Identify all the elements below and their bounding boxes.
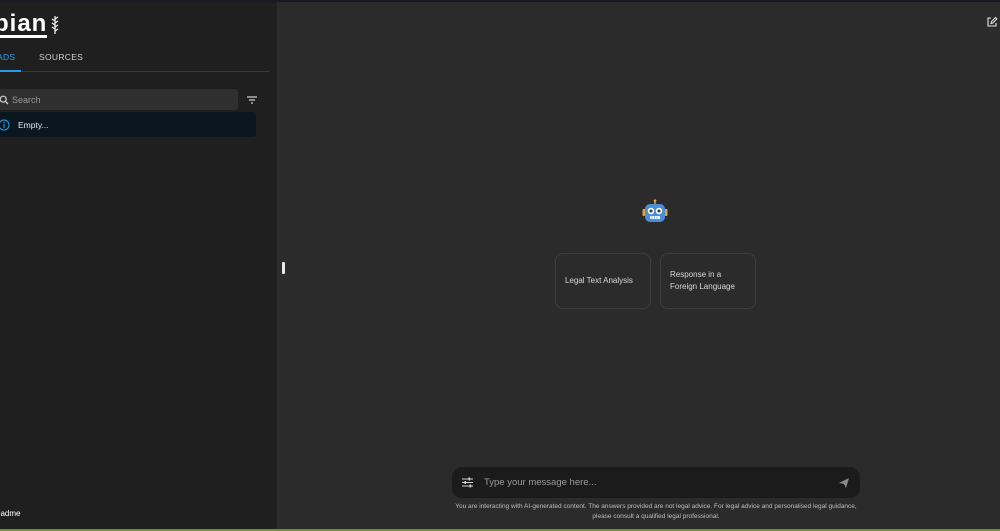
starter-legal-text-analysis[interactable]: Legal Text Analysis <box>555 253 651 309</box>
message-composer <box>452 467 860 498</box>
search-input[interactable] <box>12 94 212 105</box>
sidebar-resize-handle[interactable] <box>282 262 285 274</box>
empty-message: Empty... <box>18 119 49 130</box>
new-chat-icon[interactable] <box>986 16 998 28</box>
sidebar: pian EADS SOURCES Empty... eadme <box>0 2 278 529</box>
search-box <box>0 89 238 110</box>
laurel-icon <box>52 16 59 34</box>
filter-icon[interactable] <box>246 94 258 106</box>
message-input[interactable] <box>484 477 814 488</box>
legal-disclaimer: You are interacting with AI-generated co… <box>455 503 857 520</box>
sidebar-tabs: EADS SOURCES <box>0 52 269 72</box>
info-icon <box>0 119 10 130</box>
app-logo: pian <box>0 11 60 39</box>
starter-foreign-language-response[interactable]: Response in a Foreign Language <box>660 253 756 309</box>
logo-text: pian <box>0 11 48 38</box>
settings-sliders-icon[interactable] <box>461 476 474 489</box>
send-icon[interactable] <box>838 477 850 489</box>
empty-threads-alert: Empty... <box>0 112 256 137</box>
bot-icon <box>642 199 668 222</box>
search-icon <box>0 92 12 108</box>
tab-threads[interactable]: EADS <box>0 52 21 72</box>
tab-sources[interactable]: SOURCES <box>39 52 83 72</box>
readme-link[interactable]: eadme <box>0 509 20 518</box>
